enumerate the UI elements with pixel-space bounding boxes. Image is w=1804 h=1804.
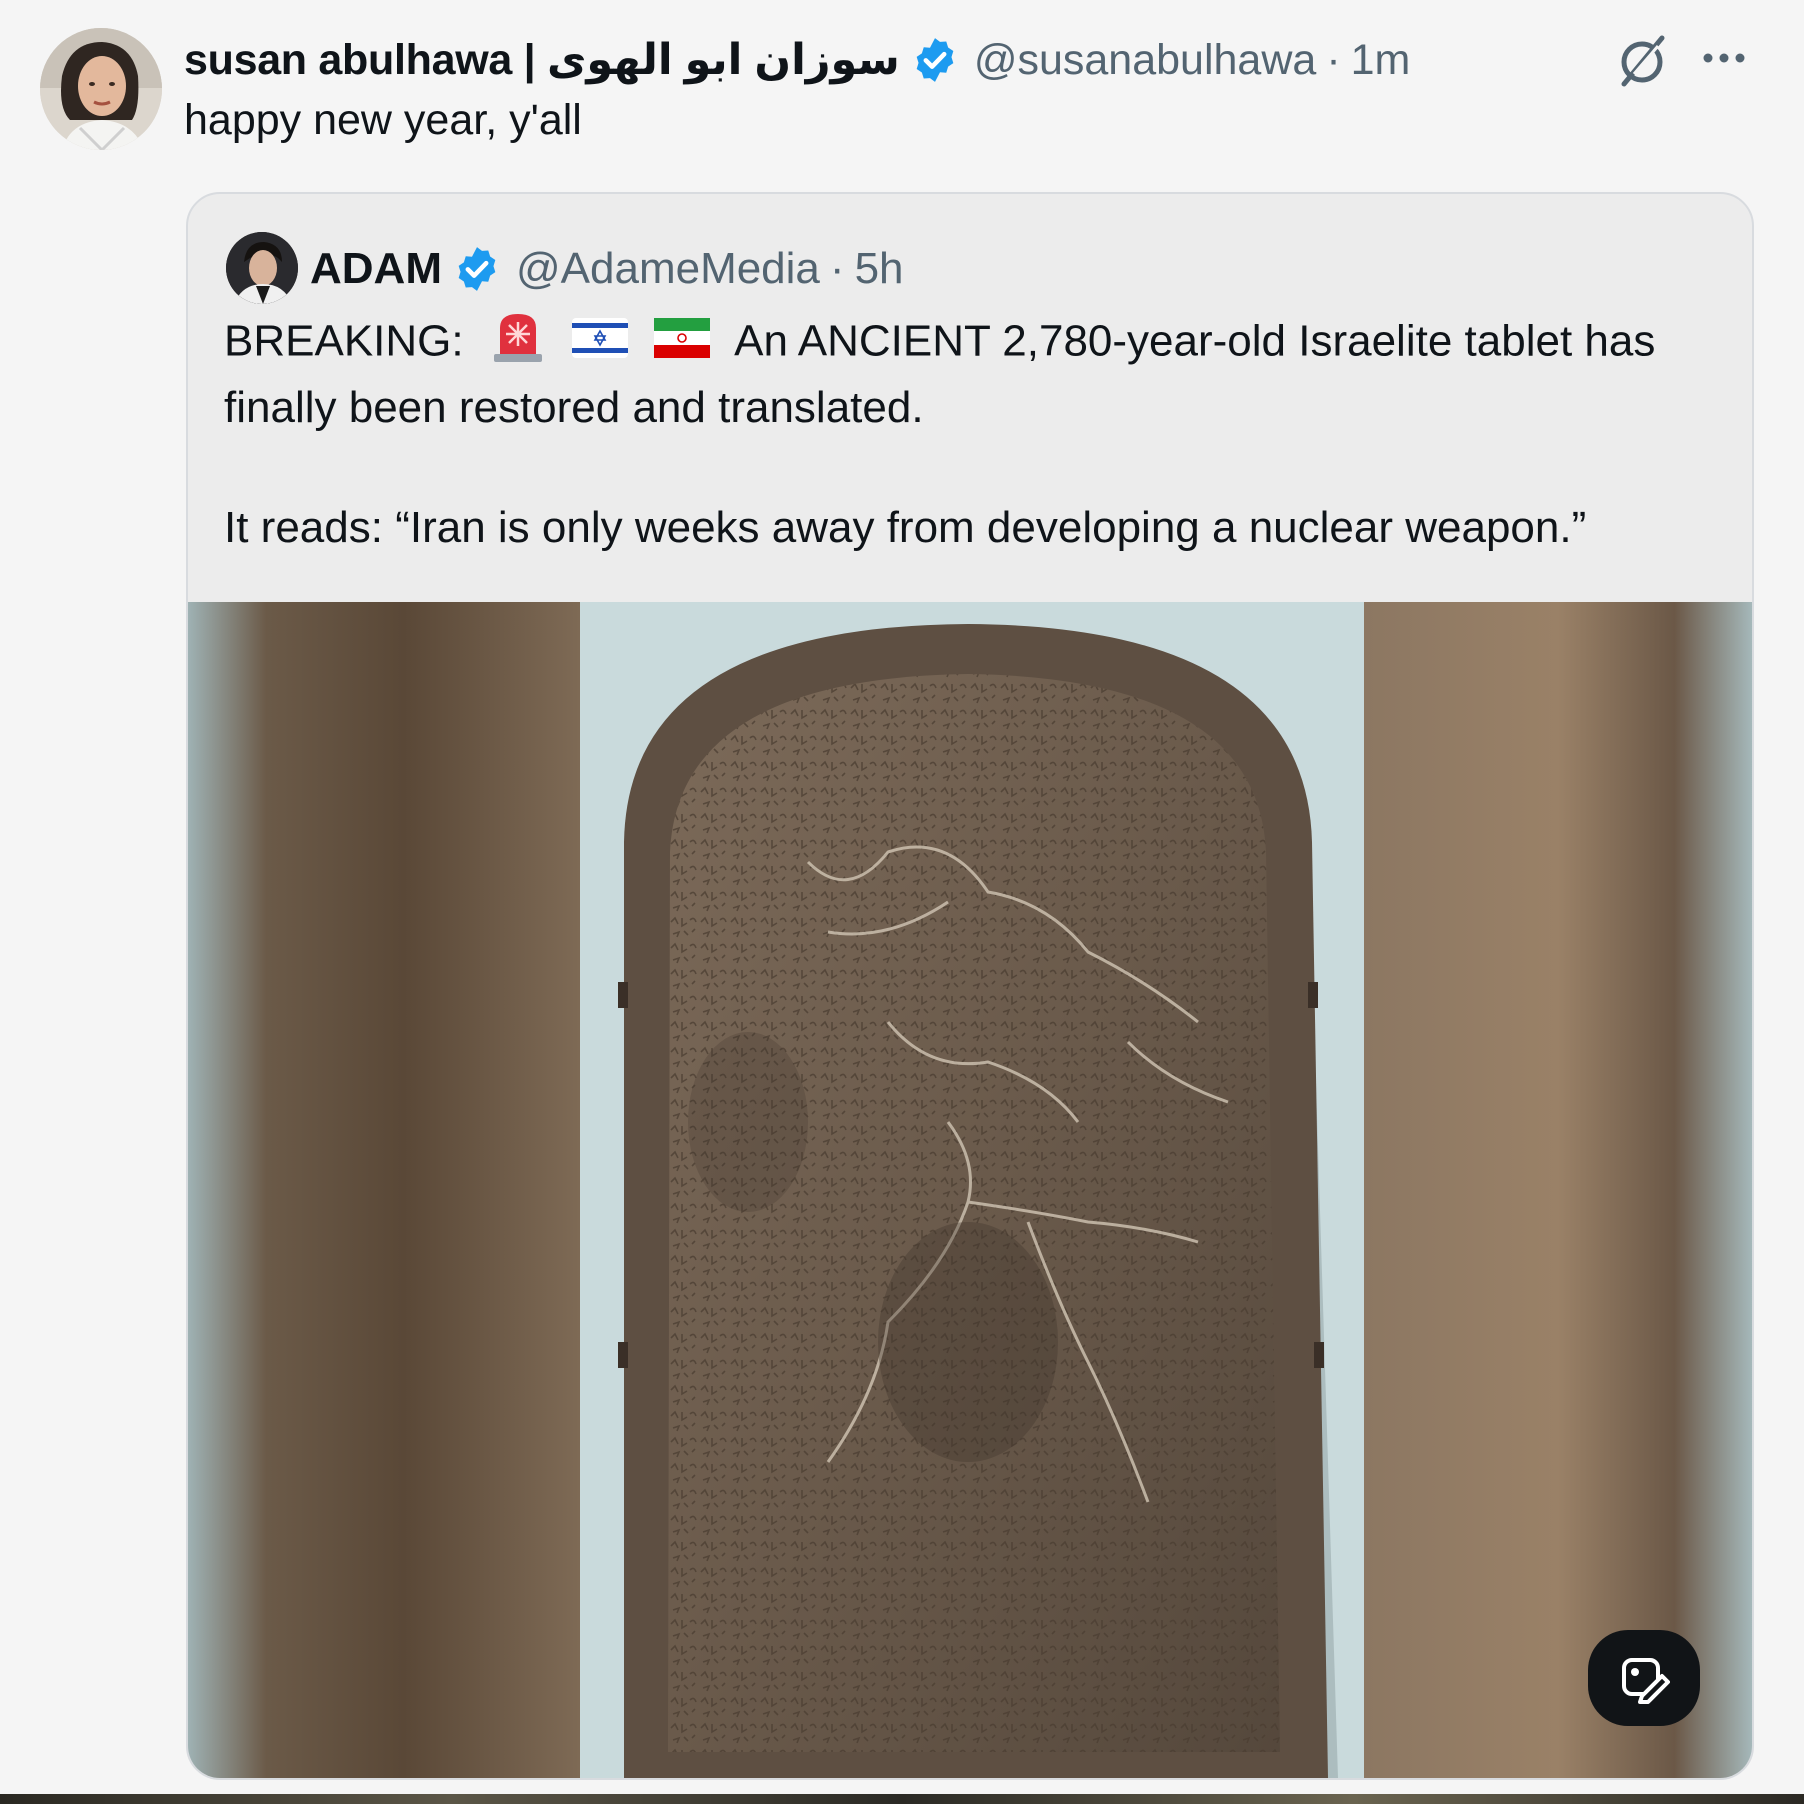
quoted-author-handle[interactable]: @AdameMedia (516, 244, 820, 294)
tweet-header: susan abulhawa | سوزان ابو الهوى @susana… (184, 28, 1410, 92)
header-separator: · (1326, 35, 1341, 84)
bottom-edge-strip (0, 1794, 1804, 1804)
more-options-icon[interactable] (1696, 30, 1752, 86)
quoted-text-line-2: finally been restored and translated. (224, 383, 924, 432)
quoted-tweet[interactable]: ADAM @AdameMedia · 5h BREAKING: An ANCIE… (186, 192, 1754, 1780)
quoted-author-avatar[interactable] (226, 232, 298, 304)
author-avatar[interactable] (40, 28, 162, 150)
quoted-text-line-1-rest: An ANCIENT 2,780-year-old Israelite tabl… (734, 316, 1656, 366)
breaking-label: BREAKING: (224, 316, 464, 366)
quoted-header-separator: · (829, 244, 845, 293)
author-display-name[interactable]: susan abulhawa | سوزان ابو الهوى (184, 35, 900, 85)
quoted-tweet-text: BREAKING: An ANCIENT 2,780-year-old Isra… (224, 310, 1724, 558)
israel-flag-icon (572, 314, 629, 374)
verified-badge-icon (452, 244, 502, 294)
stone-tablet-image[interactable] (188, 602, 1752, 1778)
quoted-author-display-name[interactable]: ADAM (310, 244, 442, 294)
tweet-timestamp[interactable]: 1m (1351, 36, 1411, 85)
grok-icon[interactable] (1612, 30, 1672, 90)
police-light-icon (490, 310, 546, 378)
verified-badge-icon (910, 35, 960, 85)
quoted-tweet-timestamp[interactable]: 5h (855, 244, 904, 294)
edit-image-icon[interactable] (1588, 1630, 1700, 1726)
quoted-text-paragraph-2: It reads: “Iran is only weeks away from … (224, 503, 1587, 552)
author-handle[interactable]: @susanabulhawa (974, 36, 1317, 85)
quoted-tweet-header: ADAM @AdameMedia · 5h (310, 236, 904, 302)
iran-flag-icon (654, 314, 711, 374)
tweet: susan abulhawa | سوزان ابو الهوى @susana… (0, 0, 1804, 1804)
quoted-text-line-1: BREAKING: An ANCIENT 2,780-year-old Isra… (224, 310, 1724, 378)
tweet-text: happy new year, y'all (184, 96, 582, 144)
